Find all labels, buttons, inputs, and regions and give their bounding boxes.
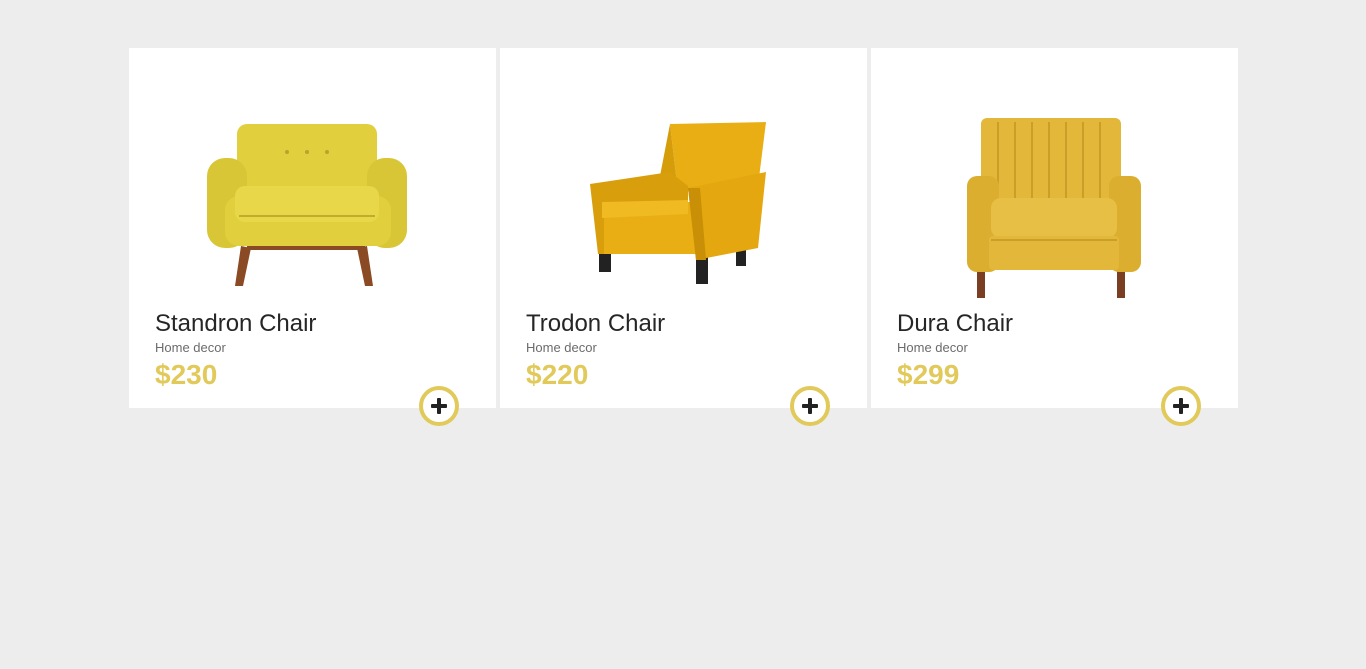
product-category: Home decor [526, 340, 597, 355]
add-to-cart-button[interactable] [790, 386, 830, 426]
product-name: Standron Chair [155, 310, 317, 337]
plus-icon [1173, 398, 1189, 414]
armchair-channel-icon [967, 118, 1141, 298]
product-image [500, 76, 867, 316]
product-name: Trodon Chair [526, 310, 666, 337]
plus-icon [802, 398, 818, 414]
plus-icon [431, 398, 447, 414]
product-name: Dura Chair [897, 310, 1014, 337]
product-card: Trodon Chair Home decor $220 [500, 48, 867, 426]
product-price: $299 [897, 359, 960, 390]
product-card: Standron Chair Home decor $230 [129, 48, 496, 426]
product-price: $230 [155, 359, 218, 390]
armchair-mustard-icon [207, 124, 407, 286]
add-to-cart-button[interactable] [419, 386, 459, 426]
armchair-velvet-icon [590, 122, 766, 284]
product-grid: Standron Chair Home decor $230 Trodon Ch… [129, 48, 1238, 426]
product-image [871, 76, 1238, 316]
product-category: Home decor [897, 340, 968, 355]
product-image [129, 76, 496, 316]
product-category: Home decor [155, 340, 226, 355]
product-card: Dura Chair Home decor $299 [871, 48, 1238, 426]
product-price: $220 [526, 359, 589, 390]
add-to-cart-button[interactable] [1161, 386, 1201, 426]
